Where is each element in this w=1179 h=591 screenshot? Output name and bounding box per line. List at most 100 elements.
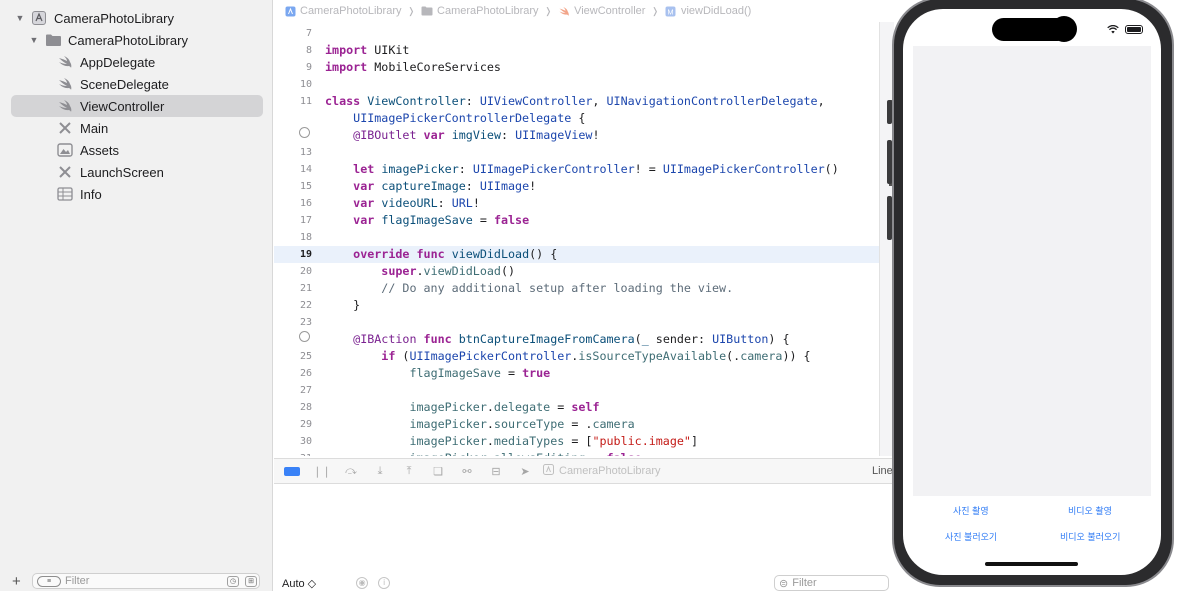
code-line[interactable]: UIImagePickerControllerDelegate {: [274, 110, 879, 127]
line-number: 30: [299, 436, 312, 447]
step-out-icon[interactable]: ⤒: [402, 464, 416, 478]
code-line[interactable]: 25 if (UIImagePickerController.isSourceT…: [274, 348, 879, 365]
line-number: 18: [299, 232, 312, 243]
jump-bar: CameraPhotoLibrary ❭ CameraPhotoLibrary …: [274, 0, 894, 22]
code-line[interactable]: 7: [274, 25, 879, 42]
console-mode-selector[interactable]: Auto ◇: [282, 577, 316, 590]
code-line[interactable]: 31 imagePicker.allowsEditing = false: [274, 450, 879, 456]
code-line[interactable]: 15 var captureImage: UIImage!: [274, 178, 879, 195]
navigator-item-label: LaunchScreen: [80, 164, 164, 180]
step-into-icon[interactable]: ⤓: [373, 464, 387, 478]
eye-icon[interactable]: ◉: [356, 577, 369, 589]
code-line[interactable]: 16 var videoURL: URL!: [274, 195, 879, 212]
status-bar-indicators: [1107, 22, 1143, 37]
capture-photo-button[interactable]: 사진 촬영: [953, 504, 989, 517]
code-line[interactable]: 17 var flagImageSave = false: [274, 212, 879, 229]
code-line[interactable]: 27: [274, 382, 879, 399]
code-line[interactable]: @IBOutlet var imgView: UIImageView!: [274, 127, 879, 144]
code-line[interactable]: 8 import UIKit: [274, 42, 879, 59]
code-line-current[interactable]: 19 override func viewDidLoad() {: [274, 246, 879, 263]
code-line[interactable]: 13: [274, 144, 879, 161]
source-control-filter-icon[interactable]: ⊞: [245, 575, 257, 587]
breakpoints-toggle-icon[interactable]: ❘❘: [313, 464, 331, 478]
code-line[interactable]: 10: [274, 76, 879, 93]
code-line[interactable]: 14 let imagePicker: UIImagePickerControl…: [274, 161, 879, 178]
line-number: 16: [299, 198, 312, 209]
recent-files-icon[interactable]: ◷: [227, 575, 239, 587]
simulator-screen[interactable]: 사진 촬영 비디오 촬영 사진 불러오기 비디오 불러오기: [903, 9, 1161, 575]
wifi-icon: [1107, 22, 1119, 37]
jumpbar-item[interactable]: CameraPhotoLibrary: [300, 5, 402, 17]
navigator-item-scenedelegate[interactable]: SceneDelegate: [56, 73, 169, 95]
jumpbar-item[interactable]: viewDidLoad(): [681, 5, 751, 17]
navigator-item-main[interactable]: Main: [56, 117, 108, 139]
code-line[interactable]: 26 flagImageSave = true: [274, 365, 879, 382]
code-text: imagePicker.mediaTypes = ["public.image"…: [409, 434, 698, 448]
console-filter-field[interactable]: ⊜ Filter: [774, 575, 889, 591]
jumpbar-item[interactable]: ViewController: [574, 5, 645, 17]
filter-placeholder: Filter: [65, 575, 90, 587]
code-line[interactable]: 22 }: [274, 297, 879, 314]
line-number: 31: [274, 450, 312, 456]
capture-video-button[interactable]: 비디오 촬영: [1068, 504, 1112, 517]
code-line[interactable]: 11 class ViewController: UIViewController…: [274, 93, 879, 110]
code-line[interactable]: 28 imagePicker.delegate = self: [274, 399, 879, 416]
action-connection-icon[interactable]: [274, 331, 312, 348]
line-indicator: Line: [872, 465, 893, 477]
project-navigator: ▼ CameraPhotoLibrary ▼ CameraPhotoLibrar…: [0, 0, 273, 591]
code-text: @IBAction func btnCaptureImageFromCamera…: [353, 332, 790, 346]
navigator-item-appdelegate[interactable]: AppDelegate: [56, 51, 155, 73]
project-icon: [284, 5, 296, 17]
navigator-item-project[interactable]: ▼ CameraPhotoLibrary: [14, 7, 174, 29]
load-photo-button[interactable]: 사진 불러오기: [945, 530, 997, 543]
line-number: 23: [299, 317, 312, 328]
outlet-connection-icon[interactable]: [274, 127, 312, 144]
code-line[interactable]: 9 import MobileCoreServices: [274, 59, 879, 76]
line-number: 22: [299, 300, 312, 311]
code-line[interactable]: @IBAction func btnCaptureImageFromCamera…: [274, 331, 879, 348]
source-editor[interactable]: 7 8 import UIKit 9 import MobileCoreServic…: [274, 22, 879, 456]
load-video-button[interactable]: 비디오 불러오기: [1060, 530, 1120, 543]
view-hierarchy-icon[interactable]: ❏: [431, 464, 445, 478]
toggle-debug-area-icon[interactable]: [284, 466, 300, 476]
navigator-item-info[interactable]: Info: [56, 183, 102, 205]
memory-graph-icon[interactable]: ⚯: [460, 464, 474, 478]
debug-target[interactable]: CameraPhotoLibrary: [543, 464, 661, 478]
code-text: var videoURL: URL!: [353, 196, 480, 210]
code-line[interactable]: 23: [274, 314, 879, 331]
line-number: 7: [305, 28, 312, 39]
navigator-item-assets[interactable]: Assets: [56, 139, 119, 161]
code-line[interactable]: 29 imagePicker.sourceType = .camera: [274, 416, 879, 433]
navigator-item-launchscreen[interactable]: LaunchScreen: [56, 161, 164, 183]
line-number: 14: [299, 164, 312, 175]
environment-overrides-icon[interactable]: ⊟: [489, 464, 503, 478]
console-area[interactable]: [274, 485, 894, 575]
disclosure-down-icon[interactable]: ▼: [28, 35, 40, 45]
code-line[interactable]: 21 // Do any additional setup after load…: [274, 280, 879, 297]
code-text: imagePicker.delegate = self: [409, 400, 600, 414]
code-text: var flagImageSave = false: [353, 213, 530, 227]
navigator-item-viewcontroller[interactable]: ViewController: [11, 95, 263, 117]
add-icon[interactable]: +: [12, 573, 26, 590]
app-icon: [543, 464, 554, 478]
simulate-location-icon[interactable]: ➤: [518, 464, 532, 478]
disclosure-down-icon[interactable]: ▼: [14, 13, 26, 23]
navigator-item-label: ViewController: [80, 98, 165, 114]
chevron-right-icon: ❭: [407, 5, 416, 16]
filter-options-icon[interactable]: ≡: [37, 575, 61, 587]
code-line[interactable]: 30 imagePicker.mediaTypes = ["public.ima…: [274, 433, 879, 450]
navigator-item-label: SceneDelegate: [80, 76, 169, 92]
navigator-filter-field[interactable]: ≡ Filter ◷ ⊞: [32, 573, 260, 589]
code-line[interactable]: 20 super.viewDidLoad(): [274, 263, 879, 280]
code-text: let imagePicker: UIImagePickerController…: [353, 162, 839, 176]
code-line[interactable]: 18: [274, 229, 879, 246]
step-over-icon[interactable]: ⤼: [344, 464, 358, 478]
home-indicator[interactable]: [985, 562, 1078, 566]
navigator-item-group[interactable]: ▼ CameraPhotoLibrary: [28, 29, 188, 51]
code-text: }: [325, 298, 361, 312]
code-text: var captureImage: UIImage!: [353, 179, 537, 193]
line-number: 26: [299, 368, 312, 379]
jumpbar-item[interactable]: CameraPhotoLibrary: [437, 5, 539, 17]
info-icon[interactable]: i: [378, 577, 391, 589]
line-number: 25: [299, 351, 312, 362]
